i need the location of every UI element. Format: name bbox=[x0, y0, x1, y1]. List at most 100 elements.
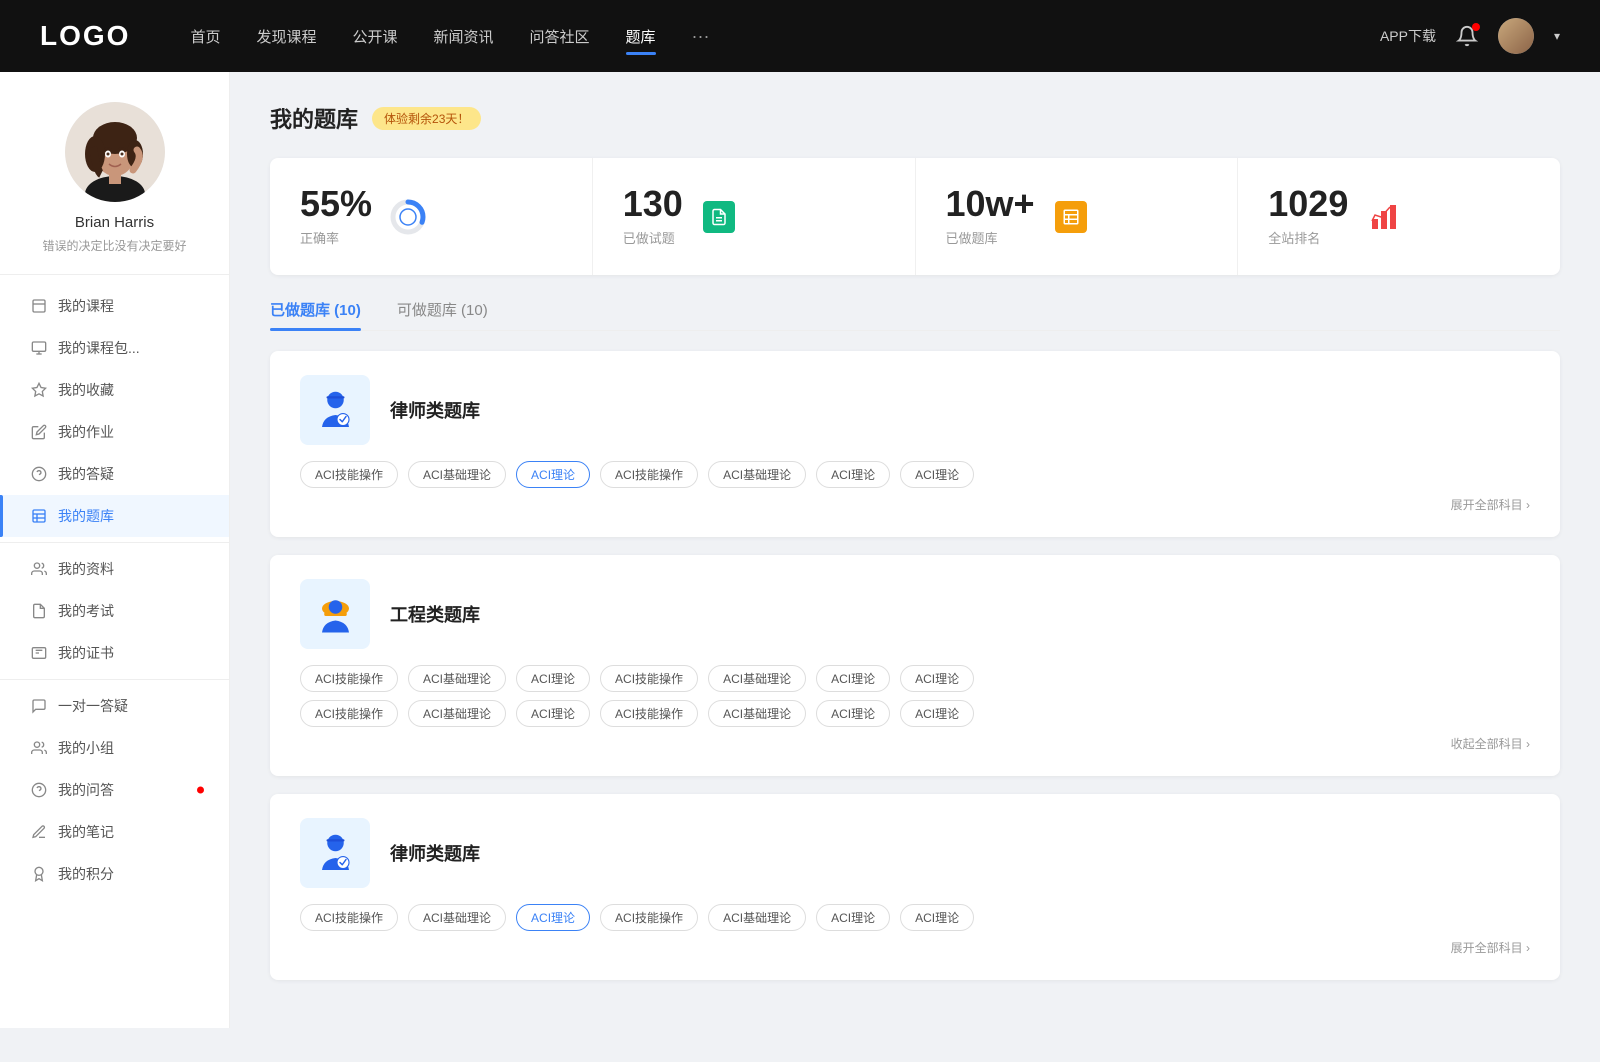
tag-0[interactable]: ACI技能操作 bbox=[300, 461, 398, 488]
banks-done-value: 10w+ bbox=[946, 186, 1035, 222]
lawyer-icon bbox=[313, 388, 358, 433]
nav-news[interactable]: 新闻资讯 bbox=[434, 22, 494, 51]
eng-tag2-3[interactable]: ACI技能操作 bbox=[600, 700, 698, 727]
stats-row: 55% 正确率 130 已做试题 bbox=[270, 158, 1560, 275]
profile-avatar[interactable] bbox=[65, 102, 165, 202]
nav-home[interactable]: 首页 bbox=[190, 22, 220, 51]
accuracy-icon bbox=[388, 197, 428, 237]
rank-label: 全站排名 bbox=[1268, 228, 1348, 247]
logo[interactable]: LOGO bbox=[40, 20, 130, 52]
sidebar-item-my-homework[interactable]: 我的作业 bbox=[0, 411, 229, 453]
nav-discover[interactable]: 发现课程 bbox=[256, 22, 316, 51]
stat-rank: 1029 全站排名 bbox=[1238, 158, 1560, 275]
sidebar-item-my-points[interactable]: 我的积分 bbox=[0, 853, 229, 895]
questions-done-text: 130 已做试题 bbox=[623, 186, 683, 247]
banks-done-text: 10w+ 已做题库 bbox=[946, 186, 1035, 247]
profile-section: Brian Harris 错误的决定比没有决定要好 bbox=[0, 102, 229, 275]
law3-tag-5[interactable]: ACI理论 bbox=[816, 904, 890, 931]
nav-opencourse[interactable]: 公开课 bbox=[352, 22, 397, 51]
qbank-1-tags: ACI技能操作 ACI基础理论 ACI理论 ACI技能操作 ACI基础理论 AC… bbox=[300, 461, 1530, 488]
sidebar-item-one-on-one[interactable]: 一对一答疑 bbox=[0, 685, 229, 727]
qbank-2-title: 工程类题库 bbox=[390, 601, 480, 627]
law3-tag-1[interactable]: ACI基础理论 bbox=[408, 904, 506, 931]
eng-tag-1[interactable]: ACI基础理论 bbox=[408, 665, 506, 692]
sidebar-item-my-profile[interactable]: 我的资料 bbox=[0, 548, 229, 590]
pkg-icon bbox=[30, 339, 48, 357]
sidebar: Brian Harris 错误的决定比没有决定要好 我的课程 我的课程包... bbox=[0, 72, 230, 1028]
sidebar-item-my-group[interactable]: 我的小组 bbox=[0, 727, 229, 769]
page-header: 我的题库 体验剩余23天！ bbox=[270, 102, 1560, 134]
eng-tag2-0[interactable]: ACI技能操作 bbox=[300, 700, 398, 727]
notification-dot bbox=[1472, 23, 1480, 31]
points-icon bbox=[30, 865, 48, 883]
tag-3[interactable]: ACI技能操作 bbox=[600, 461, 698, 488]
banks-done-icon bbox=[1051, 197, 1091, 237]
sidebar-item-my-course-pkg[interactable]: 我的课程包... bbox=[0, 327, 229, 369]
sidebar-item-my-notes[interactable]: 我的笔记 bbox=[0, 811, 229, 853]
law3-tag-0[interactable]: ACI技能操作 bbox=[300, 904, 398, 931]
main-content: 我的题库 体验剩余23天！ 55% 正确率 bbox=[230, 72, 1600, 1028]
qbank-icon bbox=[30, 507, 48, 525]
profile-icon bbox=[30, 560, 48, 578]
eng-tag2-4[interactable]: ACI基础理论 bbox=[708, 700, 806, 727]
eng-tag-4[interactable]: ACI基础理论 bbox=[708, 665, 806, 692]
qbank-1-expand[interactable]: 展开全部科目 › bbox=[300, 496, 1530, 513]
qbank-3-header: 律师类题库 bbox=[300, 818, 1530, 888]
user-menu-chevron[interactable]: ▾ bbox=[1554, 29, 1560, 43]
eng-tag-6[interactable]: ACI理论 bbox=[900, 665, 974, 692]
eng-tag2-1[interactable]: ACI基础理论 bbox=[408, 700, 506, 727]
navbar: LOGO 首页 发现课程 公开课 新闻资讯 问答社区 题库 ··· APP下载 … bbox=[0, 0, 1600, 72]
sidebar-item-my-cert[interactable]: 我的证书 bbox=[0, 632, 229, 674]
qbank-card-3: 律师类题库 ACI技能操作 ACI基础理论 ACI理论 ACI技能操作 ACI基… bbox=[270, 794, 1560, 980]
avatar-svg bbox=[65, 102, 165, 202]
tab-available-banks[interactable]: 可做题库 (10) bbox=[397, 299, 488, 330]
sidebar-item-my-exam[interactable]: 我的考试 bbox=[0, 590, 229, 632]
app-download-button[interactable]: APP下载 bbox=[1380, 26, 1436, 46]
group-icon bbox=[30, 739, 48, 757]
sidebar-item-my-favorites[interactable]: 我的收藏 bbox=[0, 369, 229, 411]
tab-done-banks[interactable]: 已做题库 (10) bbox=[270, 299, 361, 330]
rank-text: 1029 全站排名 bbox=[1268, 186, 1348, 247]
sidebar-item-my-qbank[interactable]: 我的题库 bbox=[0, 495, 229, 537]
tag-5[interactable]: ACI理论 bbox=[816, 461, 890, 488]
eng-tag-2[interactable]: ACI理论 bbox=[516, 665, 590, 692]
qbank-1-header: 律师类题库 bbox=[300, 375, 1530, 445]
qbank-3-tags: ACI技能操作 ACI基础理论 ACI理论 ACI技能操作 ACI基础理论 AC… bbox=[300, 904, 1530, 931]
eng-tag2-6[interactable]: ACI理论 bbox=[900, 700, 974, 727]
notification-bell[interactable] bbox=[1456, 25, 1478, 47]
chat-icon bbox=[30, 697, 48, 715]
qbank-3-expand[interactable]: 展开全部科目 › bbox=[300, 939, 1530, 956]
eng-tag-3[interactable]: ACI技能操作 bbox=[600, 665, 698, 692]
avatar-image bbox=[1498, 18, 1534, 54]
law3-tag-4[interactable]: ACI基础理论 bbox=[708, 904, 806, 931]
nav-qa[interactable]: 问答社区 bbox=[530, 22, 590, 51]
sidebar-item-my-questions[interactable]: 我的问答 bbox=[0, 769, 229, 811]
stat-questions-done: 130 已做试题 bbox=[593, 158, 916, 275]
eng-tag2-2[interactable]: ACI理论 bbox=[516, 700, 590, 727]
user-avatar[interactable] bbox=[1498, 18, 1534, 54]
tag-4[interactable]: ACI基础理论 bbox=[708, 461, 806, 488]
stat-banks-done: 10w+ 已做题库 bbox=[916, 158, 1239, 275]
tag-2[interactable]: ACI理论 bbox=[516, 461, 590, 488]
navbar-right: APP下载 ▾ bbox=[1380, 18, 1560, 54]
questions-icon bbox=[30, 781, 48, 799]
profile-motto: 错误的决定比没有决定要好 bbox=[22, 237, 206, 254]
qbank-2-expand[interactable]: 收起全部科目 › bbox=[300, 735, 1530, 752]
law3-tag-3[interactable]: ACI技能操作 bbox=[600, 904, 698, 931]
nav-more[interactable]: ··· bbox=[692, 22, 710, 51]
eng-tag-5[interactable]: ACI理论 bbox=[816, 665, 890, 692]
qbank-1-icon bbox=[300, 375, 370, 445]
trial-badge: 体验剩余23天！ bbox=[372, 107, 481, 130]
engineer-icon bbox=[313, 592, 358, 637]
law3-tag-6[interactable]: ACI理论 bbox=[900, 904, 974, 931]
sidebar-item-my-qa[interactable]: 我的答疑 bbox=[0, 453, 229, 495]
sidebar-item-my-courses[interactable]: 我的课程 bbox=[0, 285, 229, 327]
tag-1[interactable]: ACI基础理论 bbox=[408, 461, 506, 488]
law3-tag-2[interactable]: ACI理论 bbox=[516, 904, 590, 931]
qbank-3-icon bbox=[300, 818, 370, 888]
nav-qbank[interactable]: 题库 bbox=[626, 22, 656, 51]
tag-6[interactable]: ACI理论 bbox=[900, 461, 974, 488]
eng-tag-0[interactable]: ACI技能操作 bbox=[300, 665, 398, 692]
eng-tag2-5[interactable]: ACI理论 bbox=[816, 700, 890, 727]
qa-icon bbox=[30, 465, 48, 483]
